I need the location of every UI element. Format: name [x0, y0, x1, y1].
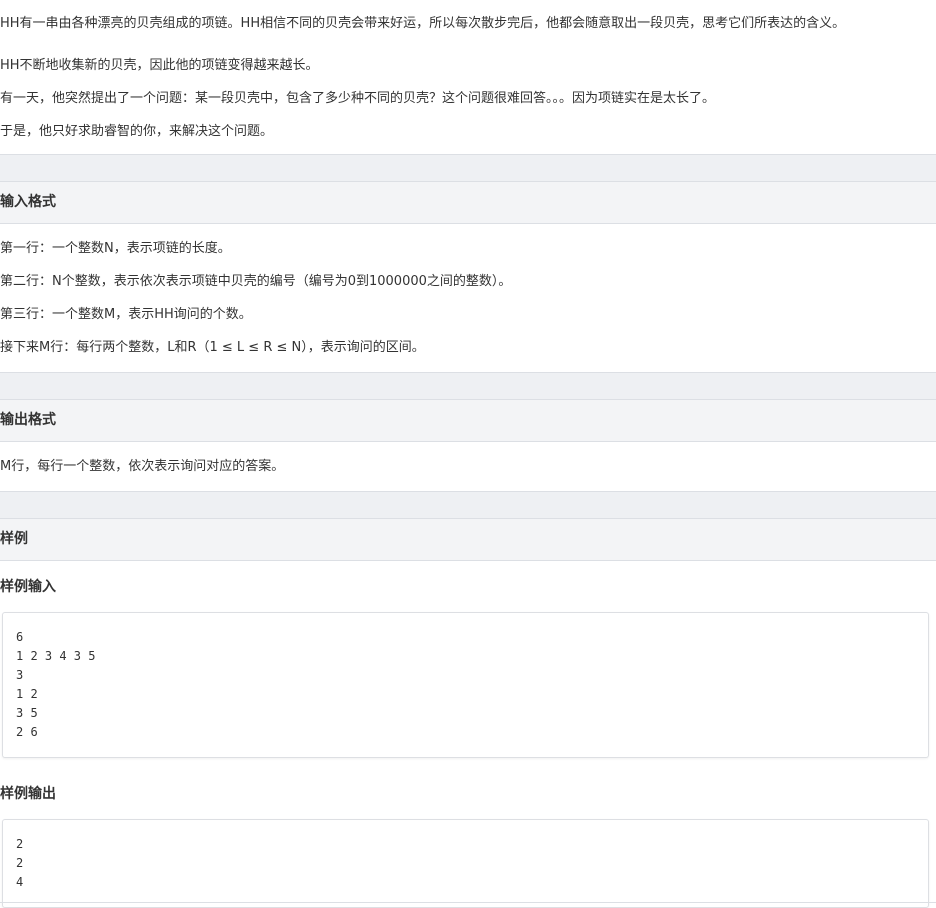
- sample-input-title: 样例输入: [0, 579, 56, 595]
- output-format-line: M行，每行一个整数，依次表示询问对应的答案。: [0, 459, 285, 474]
- description-paragraph: HH不断地收集新的贝壳，因此他的项链变得越来越长。: [0, 58, 319, 73]
- sample-section: 样例输入 6 1 2 3 4 3 5 3 1 2 3 5 2 6 样例输出 2 …: [0, 561, 936, 908]
- input-format-line: 第一行：一个整数N，表示项链的长度。: [0, 241, 231, 256]
- sample-output-title: 样例输出: [0, 786, 56, 802]
- sample-output-code[interactable]: 2 2 4: [2, 819, 929, 908]
- section-divider: [0, 491, 936, 518]
- output-format-heading: 输出格式: [0, 399, 936, 442]
- sample-heading: 样例: [0, 518, 936, 561]
- description-paragraph: 有一天，他突然提出了一个问题：某一段贝壳中，包含了多少种不同的贝壳？这个问题很难…: [0, 91, 716, 106]
- output-format-body: M行，每行一个整数，依次表示询问对应的答案。: [0, 442, 936, 491]
- description-paragraph: 于是，他只好求助睿智的你，来解决这个问题。: [0, 124, 274, 139]
- section-divider: [0, 154, 936, 181]
- input-format-line: 接下来M行：每行两个整数，L和R（1 ≤ L ≤ R ≤ N），表示询问的区间。: [0, 340, 425, 355]
- section-divider: [0, 372, 936, 399]
- problem-description: HH有一串由各种漂亮的贝壳组成的项链。HH相信不同的贝壳会带来好运，所以每次散步…: [0, 0, 936, 148]
- input-format-body: 第一行：一个整数N，表示项链的长度。 第二行：N个整数，表示依次表示项链中贝壳的…: [0, 224, 936, 372]
- input-format-line: 第三行：一个整数M，表示HH询问的个数。: [0, 307, 252, 322]
- input-format-heading: 输入格式: [0, 181, 936, 224]
- input-format-line: 第二行：N个整数，表示依次表示项链中贝壳的编号（编号为0到1000000之间的整…: [0, 274, 512, 289]
- sample-input-code[interactable]: 6 1 2 3 4 3 5 3 1 2 3 5 2 6: [2, 612, 929, 758]
- description-paragraph: HH有一串由各种漂亮的贝壳组成的项链。HH相信不同的贝壳会带来好运，所以每次散步…: [0, 16, 846, 31]
